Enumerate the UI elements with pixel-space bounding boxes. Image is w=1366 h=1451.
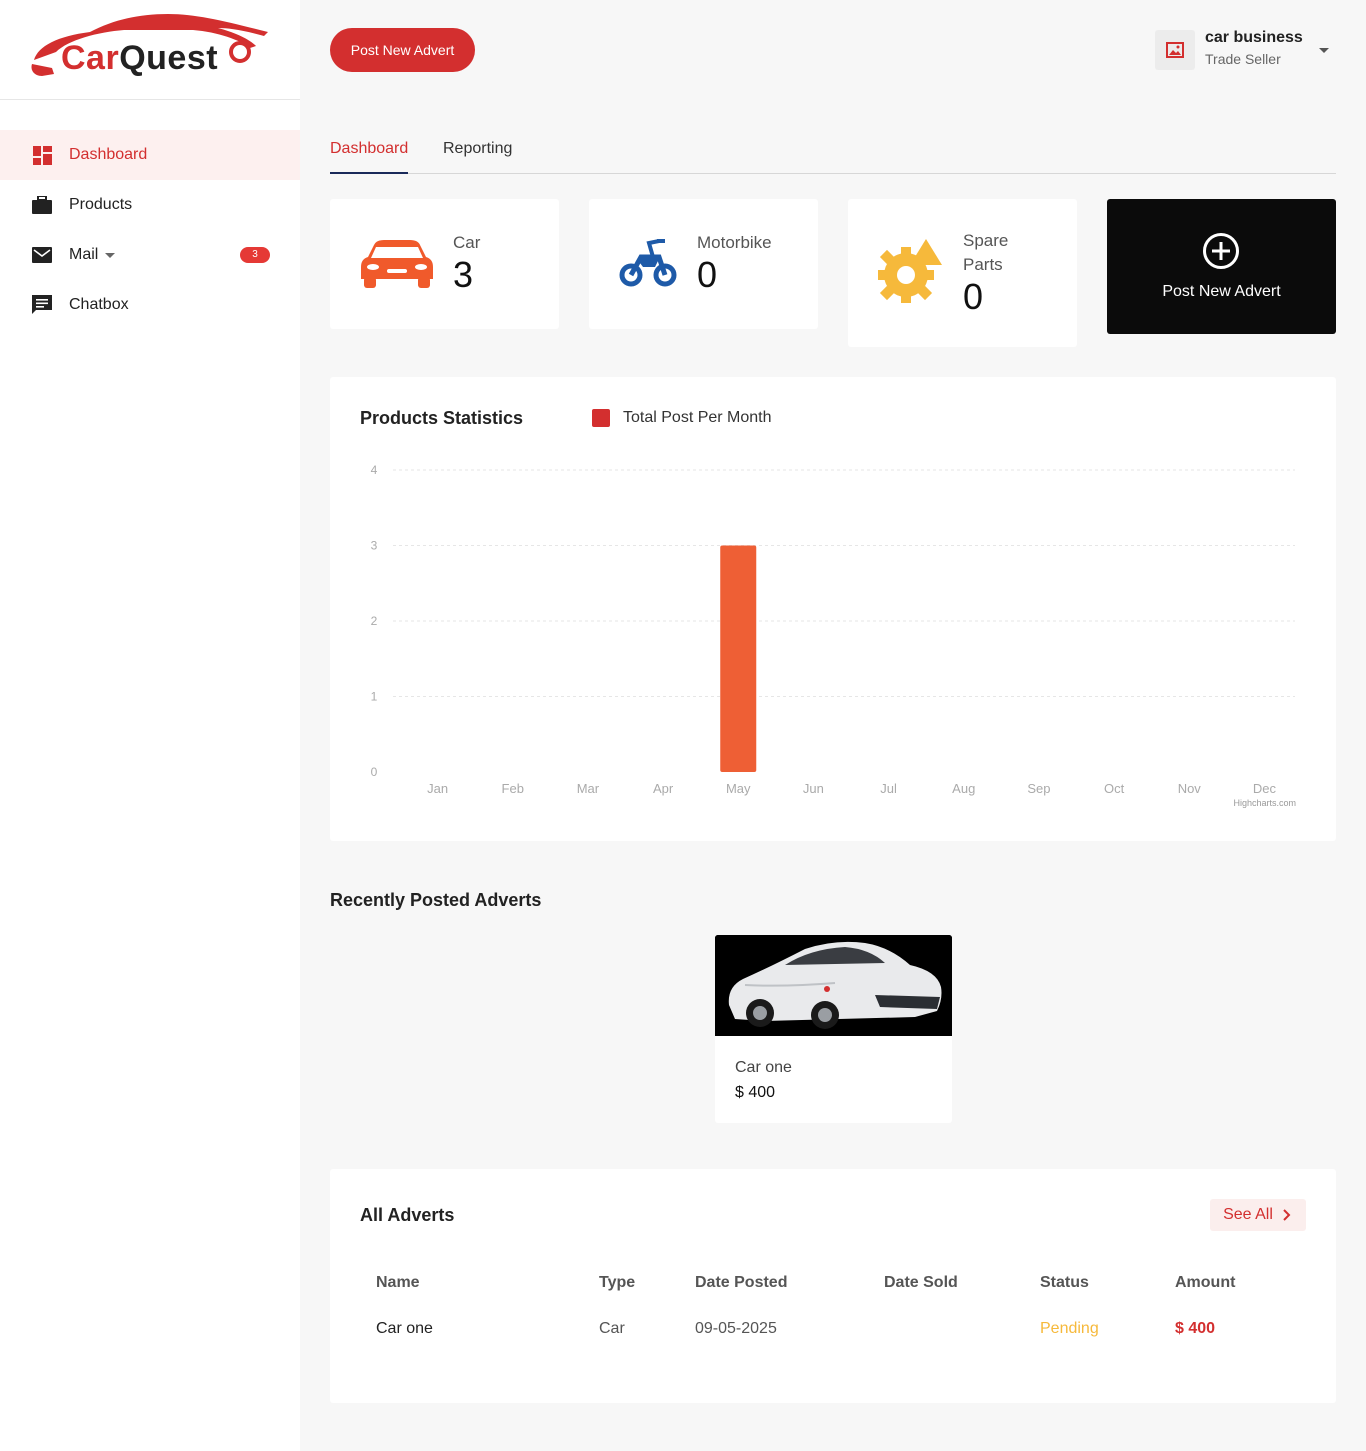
post-card-label: Post New Advert: [1162, 283, 1281, 300]
x-tick-label: Nov: [1178, 781, 1202, 796]
chat-icon: [32, 295, 52, 315]
chart-plot: 0 1 2 3 4 Jan Feb Mar Apr May Jun Jul Aug Sep Oct Nov De…: [371, 463, 1295, 796]
sidebar-item-products[interactable]: Products: [0, 180, 300, 230]
sidebar-item-label: Chatbox: [69, 296, 129, 313]
carquest-logo[interactable]: CarQuest: [28, 12, 273, 82]
user-role: Trade Seller: [1205, 51, 1281, 67]
column-header-amount[interactable]: Amount: [1175, 1274, 1235, 1292]
stat-label: Spare Parts: [963, 231, 1009, 274]
recently-posted-title: Recently Posted Adverts: [330, 890, 542, 910]
advert-name: Car one: [735, 1059, 792, 1076]
car-photo-illustration: [715, 935, 952, 1036]
sidebar-item-chatbox[interactable]: Chatbox: [0, 280, 300, 330]
briefcase-icon: [32, 195, 52, 215]
chevron-down-icon[interactable]: [1319, 48, 1329, 53]
x-tick-label: Jul: [880, 781, 897, 796]
y-tick-label: 0: [371, 765, 378, 779]
sidebar-item-mail[interactable]: Mail 3: [0, 230, 300, 280]
stat-card-car[interactable]: Car 3: [330, 199, 559, 329]
tab-reporting[interactable]: Reporting: [443, 140, 512, 174]
x-tick-label: Feb: [502, 781, 524, 796]
y-tick-label: 4: [371, 463, 378, 477]
plus-circle-icon: [1203, 233, 1239, 269]
x-tick-label: Sep: [1027, 781, 1050, 796]
car-icon: [361, 240, 433, 288]
status-badge: Pending: [1040, 1320, 1099, 1337]
chevron-right-icon: [1283, 1209, 1291, 1221]
user-name: car business: [1205, 29, 1303, 46]
x-tick-label: Jan: [427, 781, 448, 796]
column-header-name[interactable]: Name: [376, 1274, 420, 1292]
products-statistics-chart: Products Statistics Total Post Per Month…: [330, 377, 1336, 841]
x-tick-label: Apr: [653, 781, 674, 796]
sidebar-item-dashboard[interactable]: Dashboard: [0, 130, 300, 180]
sidebar: CarQuest Dashboard Products Mail 3 Chatb…: [0, 0, 300, 1451]
sidebar-divider: [0, 99, 300, 100]
chart-credits[interactable]: Highcharts.com: [1233, 798, 1296, 808]
tab-bar: Dashboard Reporting: [330, 135, 1336, 174]
sidebar-item-label: Dashboard: [69, 146, 148, 163]
cell-name: Car one: [376, 1320, 433, 1337]
advert-price: $ 400: [735, 1084, 776, 1101]
sidebar-item-label: Products: [69, 196, 133, 213]
column-header-date-posted[interactable]: Date Posted: [695, 1274, 787, 1292]
x-tick-label: Jun: [803, 781, 824, 796]
stat-value: 0: [697, 254, 718, 295]
tab-dashboard[interactable]: Dashboard: [330, 140, 409, 174]
user-menu[interactable]: car business Trade Seller: [1155, 28, 1335, 72]
post-new-advert-card[interactable]: Post New Advert: [1107, 199, 1336, 334]
sidebar-item-label: Mail: [69, 246, 99, 263]
see-all-label: See All: [1223, 1206, 1273, 1223]
stat-value: 0: [963, 276, 984, 317]
column-header-status[interactable]: Status: [1040, 1274, 1089, 1292]
x-tick-label: Aug: [952, 781, 975, 796]
chevron-down-icon: [105, 252, 116, 258]
motorbike-icon: [619, 239, 677, 287]
stat-label: Motorbike: [697, 233, 772, 252]
x-tick-label: Dec: [1253, 781, 1277, 796]
x-tick-label: May: [726, 781, 751, 796]
see-all-button[interactable]: See All: [1210, 1199, 1306, 1231]
all-adverts-table: All Adverts See All Name Type Date Poste…: [330, 1169, 1336, 1403]
stat-card-spare-parts[interactable]: Spare Parts 0: [848, 199, 1077, 347]
y-tick-label: 1: [371, 690, 378, 704]
x-tick-label: Oct: [1104, 781, 1125, 796]
stat-label: Car: [453, 233, 481, 252]
mail-icon: [32, 245, 52, 265]
car-photo: [715, 935, 952, 1036]
brand-part1: Car: [61, 39, 120, 77]
cell-type: Car: [599, 1320, 625, 1337]
y-tick-label: 3: [371, 539, 378, 553]
spare-parts-icon: [878, 239, 942, 303]
brand-part2: Quest: [119, 39, 219, 77]
column-header-date-sold[interactable]: Date Sold: [884, 1274, 958, 1292]
avatar: [1155, 30, 1195, 70]
x-tick-label: Mar: [577, 781, 600, 796]
mail-count-badge: 3: [240, 247, 270, 263]
cell-amount: $ 400: [1175, 1320, 1216, 1337]
column-header-type[interactable]: Type: [599, 1274, 635, 1292]
bar-may[interactable]: [720, 545, 757, 773]
dashboard-icon: [32, 145, 52, 165]
cell-date-posted: 09-05-2025: [695, 1320, 777, 1337]
sidebar-nav: Dashboard Products Mail 3 Chatbox: [0, 130, 300, 330]
image-placeholder-icon: [1166, 42, 1184, 58]
stat-value: 3: [453, 254, 474, 295]
all-adverts-title: All Adverts: [360, 1205, 455, 1225]
post-new-advert-button[interactable]: Post New Advert: [330, 28, 475, 72]
y-tick-label: 2: [371, 614, 378, 628]
advert-card[interactable]: Car one $ 400: [715, 935, 952, 1123]
stat-card-motorbike[interactable]: Motorbike 0: [589, 199, 818, 329]
brand-wordmark: CarQuest: [61, 39, 218, 78]
